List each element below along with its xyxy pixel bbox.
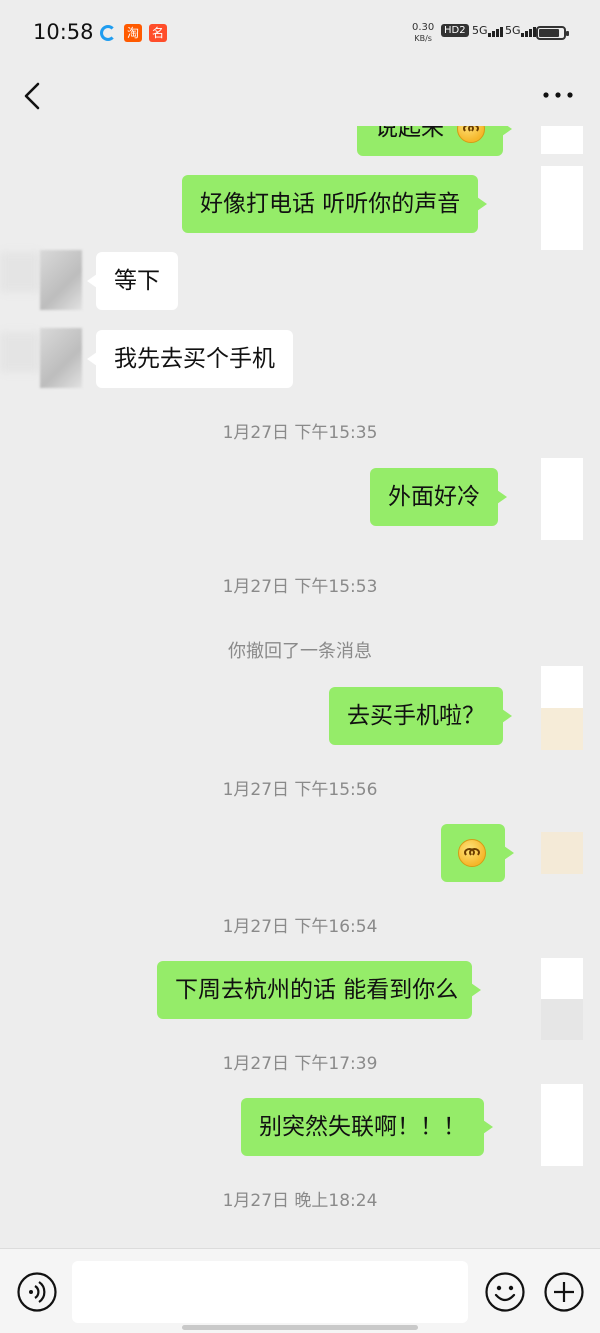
timestamp: 1月27日 下午17:39 [222, 1054, 378, 1074]
chat-input-bar [0, 1248, 600, 1333]
message-text: 下周去杭州的话 能看到你么 [175, 977, 459, 1003]
chat-header [0, 66, 600, 126]
system-message-recalled: 你撤回了一条消息 [228, 641, 372, 662]
smiling-face-emoji [457, 126, 486, 143]
avatar-self[interactable] [541, 1084, 583, 1166]
timestamp: 1月27日 下午16:54 [222, 917, 378, 937]
chevron-left-icon[interactable] [16, 76, 52, 116]
home-indicator[interactable] [182, 1325, 418, 1330]
message-bubble-sent[interactable]: 去买手机啦？ [329, 687, 512, 745]
blurred-contact-area [0, 252, 40, 292]
message-text: 等下 [114, 268, 160, 294]
network-speed: 0.30 KB/s [412, 22, 434, 44]
avatar-contact[interactable] [40, 328, 82, 388]
plus-icon[interactable] [543, 1271, 585, 1313]
signal-icon: 5G [472, 24, 504, 37]
status-time: 10:58 [33, 20, 94, 44]
message-input[interactable] [72, 1261, 468, 1323]
signal-label-2: 5G [505, 24, 521, 37]
timestamp: 1月27日 下午15:56 [222, 780, 378, 800]
avatar-contact[interactable] [40, 250, 82, 310]
app-notification-icon-2: 名 [149, 24, 167, 42]
message-text: 我先去买个手机 [114, 346, 275, 372]
signal-icon-2: 5G [505, 24, 537, 37]
taobao-notification-icon: 淘 [124, 24, 142, 42]
message-bubble-sent[interactable]: 好像打电话 听听你的声音 [182, 175, 488, 233]
timestamp: 1月27日 下午15:35 [222, 423, 378, 443]
message-bubble-sent[interactable] [441, 824, 514, 882]
timestamp: 1月27日 下午15:53 [222, 577, 378, 597]
hd-voice-icon: HD2 [441, 24, 469, 37]
message-text: 去买手机啦？ [347, 703, 485, 729]
network-speed-unit: KB/s [414, 34, 432, 43]
emoji-icon[interactable] [484, 1271, 526, 1313]
voice-icon[interactable] [16, 1271, 58, 1313]
avatar-self[interactable] [541, 666, 583, 750]
message-text: 说起来 [375, 126, 444, 141]
network-speed-value: 0.30 [412, 22, 435, 33]
message-text: 外面好冷 [388, 484, 480, 510]
avatar-self[interactable] [541, 126, 583, 154]
message-text: 别突然失联啊！！！ [259, 1114, 466, 1140]
blurred-contact-area [0, 332, 40, 372]
message-bubble-sent[interactable]: 下周去杭州的话 能看到你么 [157, 961, 482, 1019]
message-bubble-sent[interactable]: 说起来 [357, 126, 513, 156]
avatar-self[interactable] [541, 458, 583, 540]
battery-icon [536, 26, 569, 40]
avatar-self[interactable] [541, 166, 583, 250]
avatar-self[interactable] [541, 958, 583, 1040]
message-bubble-received[interactable]: 等下 [87, 252, 178, 310]
status-bar: 10:58 淘 名 0.30 KB/s HD2 5G 5G [0, 0, 600, 66]
more-dots-icon[interactable] [540, 80, 576, 110]
chat-messages[interactable]: 说起来 好像打电话 听听你的声音 等下 我先去买个手机 1月27日 下午15:3… [0, 126, 600, 1248]
message-text: 好像打电话 听听你的声音 [200, 191, 461, 217]
timestamp: 1月27日 晚上18:24 [222, 1191, 378, 1211]
avatar-self[interactable] [541, 832, 583, 874]
smiling-face-emoji [458, 839, 486, 867]
app-notification-icon [100, 25, 116, 41]
message-bubble-sent[interactable]: 别突然失联啊！！！ [241, 1098, 493, 1156]
message-bubble-received[interactable]: 我先去买个手机 [87, 330, 293, 388]
signal-label: 5G [472, 24, 488, 37]
message-bubble-sent[interactable]: 外面好冷 [370, 468, 507, 526]
